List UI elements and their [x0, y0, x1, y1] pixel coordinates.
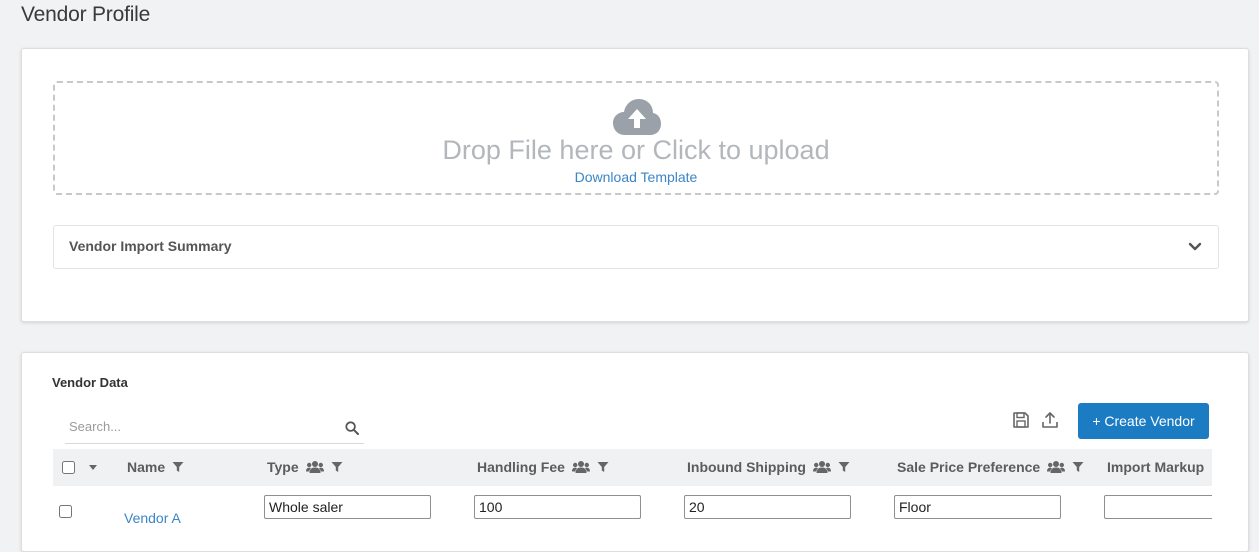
column-header-sale-price-preference[interactable]: Sale Price Preference — [897, 459, 1084, 475]
inbound-shipping-input[interactable] — [684, 495, 851, 519]
sale-price-preference-input[interactable] — [894, 495, 1061, 519]
group-icon[interactable] — [812, 460, 831, 474]
filter-icon[interactable] — [838, 461, 850, 473]
column-header-name[interactable]: Name — [127, 459, 184, 475]
handling-fee-input[interactable] — [474, 495, 641, 519]
column-label: Inbound Shipping — [687, 459, 806, 475]
column-label: Name — [127, 459, 166, 475]
column-header-handling-fee[interactable]: Handling Fee — [477, 459, 609, 475]
search-icon[interactable] — [345, 421, 359, 435]
dropzone-text: Drop File here or Click to upload — [442, 135, 830, 165]
group-icon[interactable] — [1047, 460, 1066, 474]
caret-down-icon[interactable] — [88, 464, 98, 471]
page-title: Vendor Profile — [21, 3, 151, 26]
chevron-down-icon[interactable] — [1188, 240, 1202, 254]
summary-label: Vendor Import Summary — [69, 238, 232, 254]
create-vendor-button[interactable]: + Create Vendor — [1078, 403, 1209, 439]
import-markup-input[interactable] — [1104, 495, 1212, 519]
search-box — [65, 410, 364, 444]
vendor-name-link[interactable]: Vendor A — [124, 510, 181, 526]
search-input[interactable] — [65, 414, 335, 438]
filter-icon[interactable] — [172, 461, 184, 473]
vendor-data-card: Vendor Data + Create Vendor Name Type — [21, 352, 1249, 552]
download-template-link[interactable]: Download Template — [55, 169, 1217, 185]
file-dropzone[interactable]: Drop File here or Click to upload Downlo… — [53, 81, 1219, 195]
upload-card: Drop File here or Click to upload Downlo… — [21, 48, 1249, 322]
table-row: Vendor A — [53, 486, 1212, 536]
column-header-import-markup[interactable]: Import Markup — [1107, 459, 1204, 475]
filter-icon[interactable] — [597, 461, 609, 473]
column-label: Import Markup — [1107, 459, 1205, 475]
group-icon[interactable] — [571, 460, 590, 474]
select-all-checkbox[interactable] — [62, 461, 75, 474]
vendor-import-summary-panel[interactable]: Vendor Import Summary — [53, 225, 1219, 269]
column-header-inbound-shipping[interactable]: Inbound Shipping — [687, 459, 850, 475]
column-header-type[interactable]: Type — [267, 459, 343, 475]
filter-icon[interactable] — [1072, 461, 1084, 473]
row-select-checkbox[interactable] — [59, 505, 72, 518]
type-input[interactable] — [264, 495, 431, 519]
section-title: Vendor Data — [52, 375, 128, 390]
column-label: Handling Fee — [477, 459, 565, 475]
column-label: Sale Price Preference — [897, 459, 1041, 475]
save-icon[interactable] — [1012, 411, 1030, 429]
cloud-upload-icon — [613, 99, 661, 135]
group-icon[interactable] — [305, 460, 324, 474]
table-header: Name Type Handling Fee Inbound Shipping … — [53, 449, 1212, 486]
filter-icon[interactable] — [331, 461, 343, 473]
upload-icon[interactable] — [1041, 411, 1059, 429]
column-label: Type — [267, 459, 299, 475]
